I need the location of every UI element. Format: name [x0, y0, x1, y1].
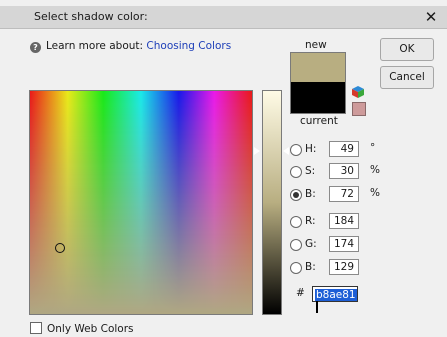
current-color-label: current	[300, 115, 338, 127]
color-picker-dialog: Select shadow color: ✕ ? Learn more about…	[0, 0, 447, 337]
help-prefix: Learn more about:	[46, 40, 144, 52]
gamut-cube-icon[interactable]	[352, 86, 364, 98]
current-color-swatch[interactable]	[290, 82, 346, 114]
choosing-colors-link[interactable]: Choosing Colors	[146, 40, 231, 52]
hue-unit: °	[370, 142, 376, 154]
hue-label: H:	[305, 143, 317, 155]
help-line: ? Learn more about: Choosing Colors	[30, 40, 231, 53]
brightness-radio[interactable]	[290, 189, 302, 201]
text-caret	[316, 301, 318, 313]
red-input[interactable]: 184	[329, 213, 359, 229]
close-button[interactable]: ✕	[421, 7, 441, 27]
new-color-label: new	[305, 39, 327, 51]
blue-label: B:	[305, 261, 316, 273]
blue-input[interactable]: 129	[329, 259, 359, 275]
color-field-marker[interactable]	[55, 243, 65, 253]
saturation-label: S:	[305, 165, 316, 177]
green-label: G:	[305, 238, 317, 250]
saturation-input[interactable]: 30	[329, 163, 359, 179]
brightness-unit: %	[370, 187, 380, 199]
slider-right-arrow-icon[interactable]	[283, 147, 289, 155]
red-label: R:	[305, 215, 316, 227]
websafe-swatch[interactable]	[352, 102, 366, 116]
saturation-radio[interactable]	[290, 166, 302, 178]
only-web-colors-option[interactable]: Only Web Colors	[30, 322, 134, 335]
ok-button[interactable]: OK	[380, 38, 434, 61]
blue-radio[interactable]	[290, 262, 302, 274]
color-field[interactable]	[29, 90, 253, 315]
hue-radio[interactable]	[290, 144, 302, 156]
hue-input[interactable]: 49	[329, 141, 359, 157]
only-web-colors-label: Only Web Colors	[47, 323, 134, 335]
help-icon: ?	[30, 42, 41, 53]
only-web-colors-checkbox[interactable]	[30, 322, 42, 334]
brightness-slider[interactable]	[262, 90, 282, 315]
hex-input[interactable]: b8ae81	[312, 286, 358, 313]
slider-left-arrow-icon[interactable]	[254, 147, 260, 155]
hex-prefix: #	[296, 287, 305, 299]
cancel-button[interactable]: Cancel	[380, 66, 434, 89]
close-icon: ✕	[424, 8, 438, 26]
green-radio[interactable]	[290, 239, 302, 251]
dialog-title: Select shadow color:	[34, 10, 148, 23]
brightness-label: B:	[305, 188, 316, 200]
green-input[interactable]: 174	[329, 236, 359, 252]
hex-value: b8ae81	[315, 289, 357, 301]
color-field-shade	[30, 91, 252, 314]
brightness-input[interactable]: 72	[329, 186, 359, 202]
red-radio[interactable]	[290, 216, 302, 228]
saturation-unit: %	[370, 164, 380, 176]
new-color-swatch	[290, 52, 346, 83]
title-bar[interactable]: Select shadow color: ✕	[0, 6, 447, 29]
